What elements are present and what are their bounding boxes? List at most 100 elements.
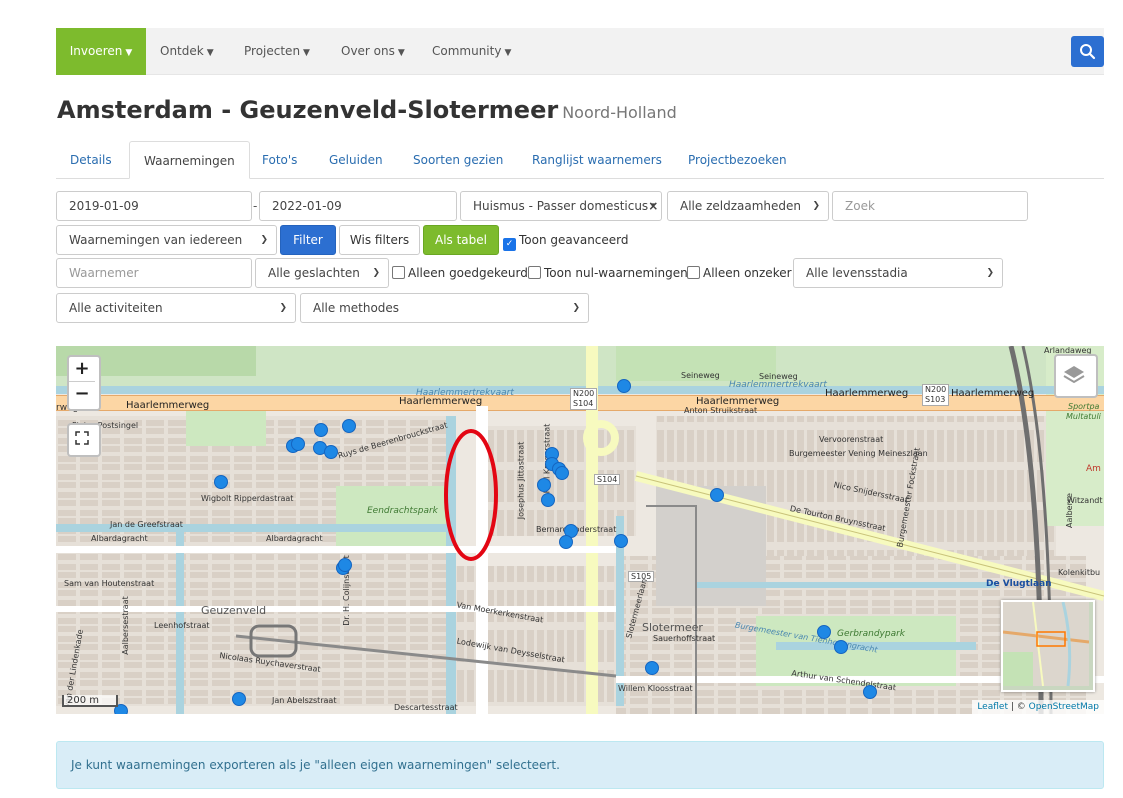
page-title: Amsterdam - Geuzenveld-Slotermeer Noord-H… [57, 96, 677, 124]
street-label: Haarlemmertrekvaart [416, 388, 514, 398]
advanced-checkbox[interactable]: ✓ Toon geavanceerd [503, 233, 629, 251]
observation-marker[interactable] [559, 535, 573, 549]
osm-link[interactable]: OpenStreetMap [1029, 702, 1099, 712]
checkbox-box [687, 266, 700, 279]
observation-map[interactable]: rweg Haarlemmerweg Haarlemmerweg Haarlem… [56, 346, 1104, 714]
filter-button[interactable]: Filter [280, 225, 336, 255]
street-label: Descartesstraat [394, 703, 458, 712]
observation-marker[interactable] [834, 640, 848, 654]
street-label: Jan de Greefstraat [110, 520, 183, 529]
chevron-down-icon: ❯ [986, 268, 994, 278]
observation-marker[interactable] [541, 493, 555, 507]
leaflet-link[interactable]: Leaflet [977, 702, 1008, 712]
highlight-ellipse [444, 429, 498, 561]
area-label: Slotermeer [642, 621, 703, 634]
park-label: Eendrachtspark [367, 506, 438, 516]
life-stage-select[interactable]: Alle levensstadia ❯ [793, 258, 1003, 288]
rarity-select[interactable]: Alle zeldzaamheden ❯ [667, 191, 829, 221]
life-stage-value: Alle levensstadia [806, 266, 908, 280]
caret-down-icon: ▼ [303, 48, 310, 58]
observation-marker[interactable] [342, 419, 356, 433]
nav-community[interactable]: Community ▼ [432, 28, 511, 75]
nav-invoeren[interactable]: Invoeren ▼ [56, 28, 146, 75]
street-label: De Vlugtlaan [986, 579, 1052, 589]
checkbox-box [392, 266, 405, 279]
nav-invoeren-label: Invoeren [69, 44, 123, 58]
clear-filters-button[interactable]: Wis filters [339, 225, 420, 255]
caret-down-icon: ▼ [504, 48, 512, 58]
search-icon [1080, 44, 1096, 60]
tab-bar: Details Waarnemingen Foto's Geluiden Soo… [56, 141, 1104, 179]
uncertain-checkbox[interactable]: Alleen onzeker [687, 266, 792, 280]
caret-down-icon: ▼ [206, 48, 214, 58]
observation-marker[interactable] [555, 466, 569, 480]
rarity-value: Alle zeldzaamheden [680, 199, 801, 213]
observation-marker[interactable] [617, 379, 631, 393]
observer-scope-value: Waarnemingen van iedereen [69, 233, 243, 247]
sex-select[interactable]: Alle geslachten ❯ [255, 258, 389, 288]
street-label: Vervoorenstraat [819, 435, 884, 444]
caret-down-icon: ▼ [397, 48, 405, 58]
tab-geluiden[interactable]: Geluiden [315, 141, 397, 179]
layers-button[interactable] [1054, 354, 1098, 398]
search-input[interactable]: Zoek [832, 191, 1028, 221]
observation-marker[interactable] [338, 558, 352, 572]
street-label: Kolenkitbu [1058, 568, 1101, 577]
advanced-label: Toon geavanceerd [519, 233, 629, 247]
tab-projectbezoeken[interactable]: Projectbezoeken [674, 141, 801, 179]
area-label: Geuzenveld [201, 604, 267, 617]
date-from-input[interactable]: 2019-01-09 [56, 191, 252, 221]
tab-details[interactable]: Details [56, 141, 126, 179]
street-label: Sam van Houtenstraat [64, 579, 155, 588]
road-number: N200 [925, 385, 947, 394]
tab-fotos[interactable]: Foto's [248, 141, 311, 179]
observation-marker[interactable] [314, 423, 328, 437]
export-info-alert: Je kunt waarnemingen exporteren als je "… [56, 741, 1104, 789]
nav-over-ons[interactable]: Over ons ▼ [341, 28, 405, 75]
observation-marker[interactable] [537, 478, 551, 492]
species-select[interactable]: Huismus - Passer domesticus× ▾ [460, 191, 662, 221]
fullscreen-button[interactable] [67, 423, 101, 457]
nav-projecten[interactable]: Projecten ▼ [244, 28, 310, 75]
observation-marker[interactable] [863, 685, 877, 699]
observer-scope-select[interactable]: Waarnemingen van iedereen ❯ [56, 225, 277, 255]
chevron-down-icon: ❯ [572, 303, 580, 313]
nav-over-ons-label: Over ons [341, 44, 395, 58]
road-number: S103 [925, 395, 946, 404]
street-label: Haarlemmertrekvaart [729, 380, 827, 390]
tab-ranglijst-waarnemers[interactable]: Ranglijst waarnemers [518, 141, 676, 179]
zoom-in-button[interactable]: + [69, 357, 95, 382]
tab-waarnemingen[interactable]: Waarnemingen [129, 141, 250, 179]
observation-marker[interactable] [214, 475, 228, 489]
zero-observations-checkbox[interactable]: Toon nul-waarnemingen [528, 266, 688, 280]
date-to-input[interactable]: 2022-01-09 [259, 191, 457, 221]
zoom-out-button[interactable]: − [69, 382, 95, 406]
caret-down-icon: ▼ [125, 48, 133, 58]
tab-soorten-gezien[interactable]: Soorten gezien [399, 141, 517, 179]
as-table-button[interactable]: Als tabel [423, 225, 499, 255]
observation-marker[interactable] [645, 661, 659, 675]
observation-marker[interactable] [614, 534, 628, 548]
observation-marker[interactable] [232, 692, 246, 706]
fullscreen-icon [75, 431, 89, 445]
nav-ontdek[interactable]: Ontdek ▼ [160, 28, 214, 75]
search-button[interactable] [1071, 36, 1104, 67]
minimap[interactable] [1001, 600, 1095, 692]
observation-marker[interactable] [817, 625, 831, 639]
observation-marker[interactable] [324, 445, 338, 459]
sex-value: Alle geslachten [268, 266, 360, 280]
activity-value: Alle activiteiten [69, 301, 163, 315]
road-number: S104 [573, 399, 594, 408]
street-label: Seineweg [759, 372, 798, 381]
activity-select[interactable]: Alle activiteiten ❯ [56, 293, 296, 323]
road-shield: N200 S103 [922, 384, 950, 406]
method-select[interactable]: Alle methodes ❯ [300, 293, 589, 323]
observation-marker[interactable] [710, 488, 724, 502]
street-label: Aalberse [1064, 493, 1074, 528]
approved-checkbox[interactable]: Alleen goedgekeurd [392, 266, 528, 280]
street-label: Haarlemmerweg [825, 388, 909, 399]
observer-input[interactable]: Waarnemer [56, 258, 252, 288]
chevron-down-icon: ❯ [260, 235, 268, 245]
observation-marker[interactable] [291, 437, 305, 451]
street-label: Wigbolt Ripperdastraat [201, 494, 294, 503]
